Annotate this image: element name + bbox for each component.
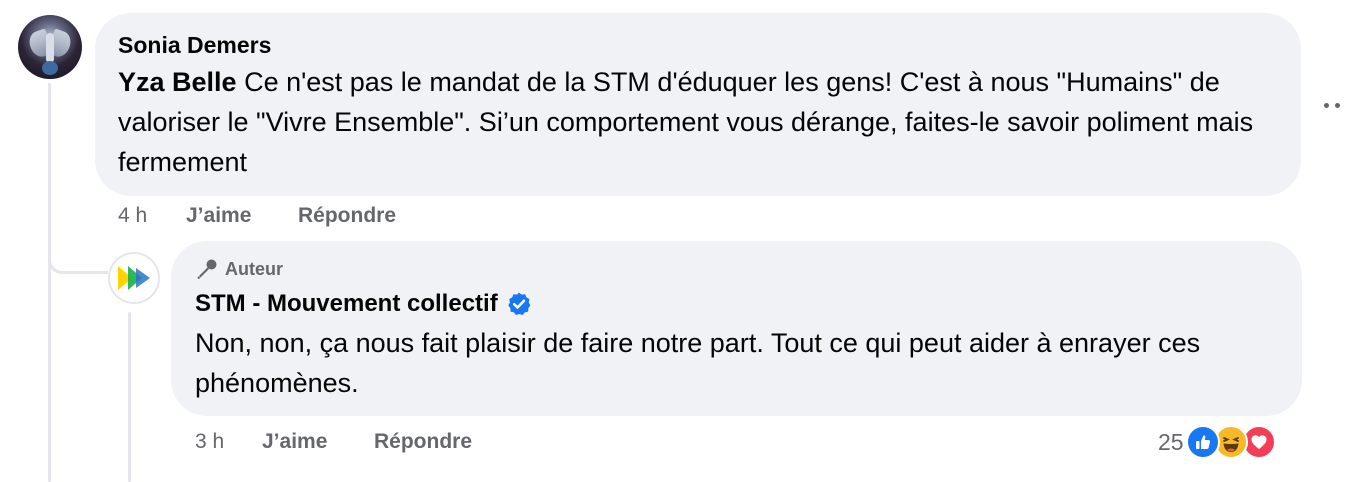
reply-text: Non, non, ça nous fait plaisir de faire … [195, 328, 1201, 398]
more-options-icon[interactable] [1322, 100, 1346, 112]
comment-body: Ce n'est pas le mandat de la STM d'éduqu… [118, 67, 1254, 177]
reply-timestamp[interactable]: 3 h [195, 428, 224, 456]
reply-author[interactable]: STM - Mouvement collectif [195, 288, 498, 320]
verified-badge-icon [507, 292, 531, 316]
reply-button[interactable]: Répondre [298, 202, 396, 230]
reply-author-row: STM - Mouvement collectif [195, 288, 532, 320]
comment-timestamp[interactable]: 4 h [118, 202, 147, 230]
thread-connector [48, 218, 108, 274]
thread-line-reply [128, 312, 131, 482]
avatar-stm[interactable] [108, 252, 160, 304]
author-badge-label: Auteur [225, 258, 283, 279]
stm-logo-icon [118, 266, 150, 290]
like-icon [1185, 425, 1220, 459]
avatar-sonia-demers[interactable] [18, 15, 82, 79]
microphone-icon [197, 259, 217, 280]
reaction-count: 25 [1158, 428, 1184, 455]
author-badge: Auteur [195, 256, 283, 282]
comment-text: Yza Belle Ce n'est pas le mandat de la S… [118, 62, 1288, 182]
reactions-summary[interactable]: 25 [1158, 424, 1276, 460]
mention-link[interactable]: Yza Belle [118, 67, 237, 97]
comment-author[interactable]: Sonia Demers [118, 30, 271, 60]
reply-reply-button[interactable]: Répondre [374, 428, 472, 456]
avatar-figure [46, 33, 54, 63]
reply-like-button[interactable]: J’aime [262, 428, 327, 456]
avatar-globe [42, 61, 58, 75]
like-button[interactable]: J’aime [186, 202, 251, 230]
thread-line [48, 83, 51, 482]
